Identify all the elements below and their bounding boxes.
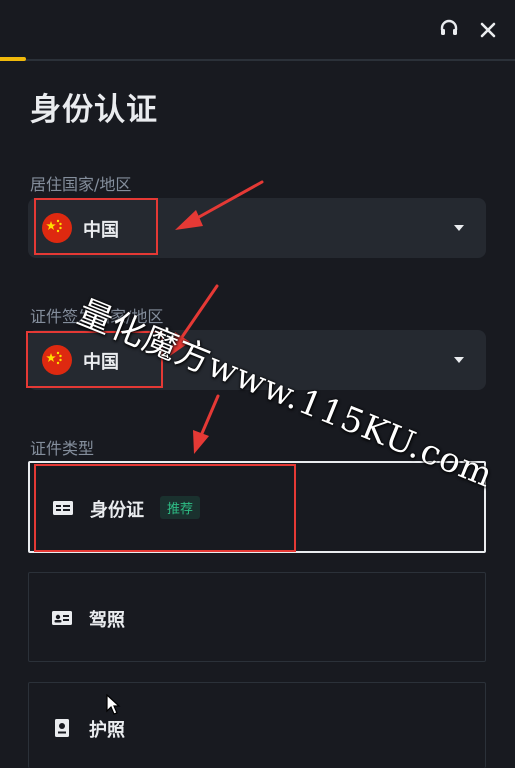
mouse-cursor-icon [106,694,121,715]
annotation-arrow [175,180,264,230]
annotation-arrow [193,394,220,454]
